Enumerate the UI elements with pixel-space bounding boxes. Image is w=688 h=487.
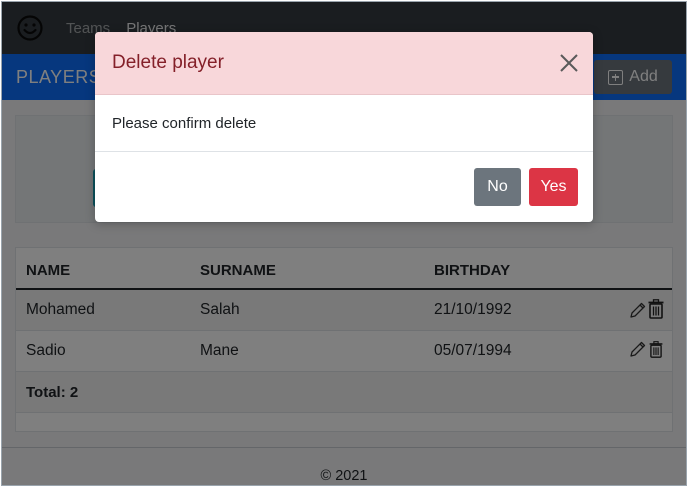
delete-player-dialog: Delete player Please confirm delete No Y… [95,32,593,222]
modal-title: Delete player [112,52,224,73]
close-button[interactable] [557,51,581,75]
confirm-message: Please confirm delete [112,114,257,132]
yes-button[interactable]: Yes [529,168,578,206]
modal-body: Please confirm delete [95,95,593,152]
app-window: Teams Players PLAYERS Add NAME SURNAME B… [1,1,687,486]
modal-header: Delete player [95,32,593,95]
no-button[interactable]: No [474,168,521,206]
close-icon [560,54,578,72]
modal-footer: No Yes [95,152,593,222]
